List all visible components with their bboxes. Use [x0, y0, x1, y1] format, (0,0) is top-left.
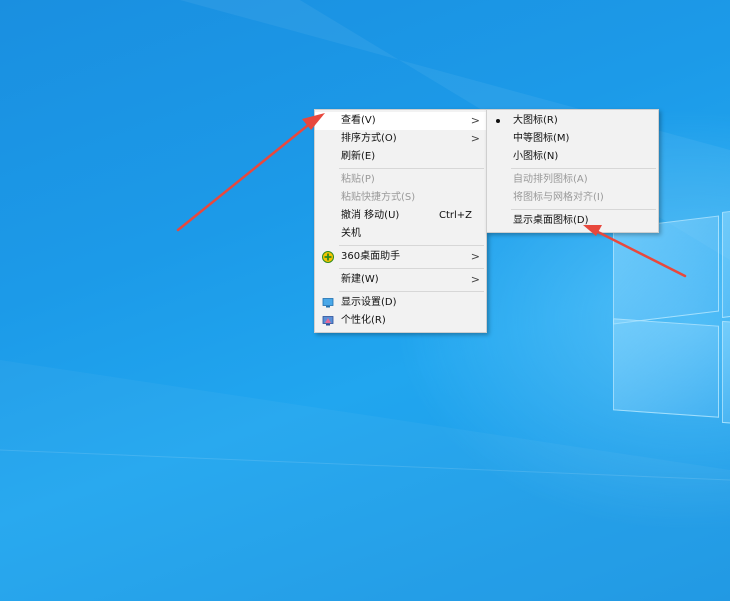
- submenu-item-align-to-grid[interactable]: 将图标与网格对齐(I): [487, 189, 658, 207]
- submenu-item-auto-arrange-label: 自动排列图标(A): [513, 174, 588, 185]
- menu-item-refresh[interactable]: 刷新(E): [315, 148, 486, 166]
- submenu-item-large-icons[interactable]: 大图标(R): [487, 112, 658, 130]
- menu-separator: [339, 168, 484, 169]
- menu-separator: [339, 245, 484, 246]
- menu-separator: [511, 209, 656, 210]
- windows-logo-pane-bottom-left: [613, 318, 719, 418]
- menu-item-shutdown-label: 关机: [341, 228, 361, 239]
- 360-icon: [322, 251, 334, 263]
- desktop-context-menu: 查看(V) > 排序方式(O) > 刷新(E) 粘贴(P) 粘贴快捷方式(S) …: [314, 109, 487, 333]
- menu-item-paste-shortcut-label: 粘贴快捷方式(S): [341, 192, 416, 203]
- menu-item-paste-label: 粘贴(P): [341, 174, 375, 185]
- menu-item-view[interactable]: 查看(V) >: [315, 112, 486, 130]
- menu-separator: [339, 291, 484, 292]
- menu-item-refresh-label: 刷新(E): [341, 151, 376, 162]
- submenu-item-align-to-grid-label: 将图标与网格对齐(I): [513, 192, 604, 203]
- submenu-item-show-desktop-icons-label: 显示桌面图标(D): [513, 215, 589, 226]
- view-submenu: 大图标(R) 中等图标(M) 小图标(N) 自动排列图标(A) 将图标与网格对齐…: [486, 109, 659, 233]
- chevron-right-icon: >: [470, 250, 480, 263]
- menu-item-personalize[interactable]: 个性化(R): [315, 312, 486, 330]
- menu-item-new[interactable]: 新建(W) >: [315, 271, 486, 289]
- submenu-item-small-icons[interactable]: 小图标(N): [487, 148, 658, 166]
- chevron-right-icon: >: [470, 273, 480, 286]
- menu-item-display-settings-label: 显示设置(D): [341, 297, 397, 308]
- menu-separator: [339, 268, 484, 269]
- chevron-right-icon: >: [470, 132, 480, 145]
- chevron-right-icon: >: [470, 114, 480, 127]
- menu-item-360-label: 360桌面助手: [341, 251, 401, 262]
- menu-item-paste-shortcut[interactable]: 粘贴快捷方式(S): [315, 189, 486, 207]
- menu-item-360-desktop-assistant[interactable]: 360桌面助手 >: [315, 248, 486, 266]
- menu-item-personalize-label: 个性化(R): [341, 315, 386, 326]
- windows-logo-pane-bottom-right: [722, 320, 730, 426]
- menu-separator: [511, 168, 656, 169]
- menu-item-paste[interactable]: 粘贴(P): [315, 171, 486, 189]
- personalize-icon: [322, 316, 334, 326]
- menu-item-new-label: 新建(W): [341, 274, 379, 285]
- windows-logo-pane-top-right: [722, 208, 730, 318]
- submenu-item-medium-icons[interactable]: 中等图标(M): [487, 130, 658, 148]
- submenu-item-auto-arrange[interactable]: 自动排列图标(A): [487, 171, 658, 189]
- submenu-item-medium-icons-label: 中等图标(M): [513, 133, 570, 144]
- menu-item-display-settings[interactable]: 显示设置(D): [315, 294, 486, 312]
- menu-item-undo-shortcut: Ctrl+Z: [438, 210, 472, 221]
- annotation-arrow-to-view: [176, 113, 325, 232]
- menu-item-view-label: 查看(V): [341, 115, 376, 126]
- selected-bullet-icon: [496, 119, 500, 123]
- display-settings-icon: [322, 298, 334, 308]
- menu-item-shutdown[interactable]: 关机: [315, 225, 486, 243]
- menu-item-undo-move-label: 撤消 移动(U): [341, 210, 400, 221]
- menu-item-sort-by[interactable]: 排序方式(O) >: [315, 130, 486, 148]
- submenu-item-show-desktop-icons[interactable]: 显示桌面图标(D): [487, 212, 658, 230]
- menu-item-sort-by-label: 排序方式(O): [341, 133, 397, 144]
- submenu-item-small-icons-label: 小图标(N): [513, 151, 559, 162]
- menu-item-undo-move[interactable]: 撤消 移动(U) Ctrl+Z: [315, 207, 486, 225]
- submenu-item-large-icons-label: 大图标(R): [513, 115, 558, 126]
